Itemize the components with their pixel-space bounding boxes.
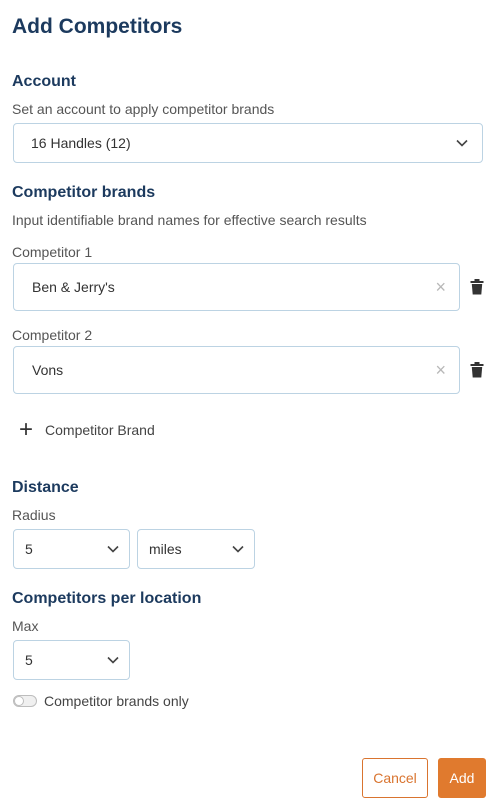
trash-icon[interactable] xyxy=(470,362,484,378)
distance-unit-select[interactable]: miles xyxy=(137,529,255,569)
competitor-2-value: Vons xyxy=(32,362,64,378)
competitors-per-location-title: Competitors per location xyxy=(12,590,202,607)
competitor-brands-description: Input identifiable brand names for effec… xyxy=(12,212,367,228)
chevron-down-icon xyxy=(456,139,468,147)
toggle-knob xyxy=(14,696,24,706)
chevron-down-icon xyxy=(232,545,244,553)
max-select[interactable]: 5 xyxy=(13,640,130,680)
distance-unit-value: miles xyxy=(149,541,182,557)
page-title: Add Competitors xyxy=(12,15,183,38)
radius-label: Radius xyxy=(12,507,56,523)
competitor-brands-title: Competitor brands xyxy=(12,184,156,201)
account-description: Set an account to apply competitor brand… xyxy=(12,101,275,117)
add-competitor-brand-label: Competitor Brand xyxy=(45,422,155,438)
account-section-title: Account xyxy=(12,73,76,90)
plus-icon: + xyxy=(19,416,34,443)
max-label: Max xyxy=(12,618,39,634)
add-button[interactable]: Add xyxy=(438,758,486,798)
clear-icon[interactable]: × xyxy=(435,361,446,379)
competitor-2-input[interactable]: Vons × xyxy=(13,346,460,394)
trash-icon[interactable] xyxy=(470,279,484,295)
cancel-button[interactable]: Cancel xyxy=(362,758,428,798)
distance-title: Distance xyxy=(12,479,79,496)
radius-select[interactable]: 5 xyxy=(13,529,130,569)
clear-icon[interactable]: × xyxy=(435,278,446,296)
radius-select-value: 5 xyxy=(25,541,33,557)
chevron-down-icon xyxy=(107,656,119,664)
max-select-value: 5 xyxy=(25,652,33,668)
competitor-2-label: Competitor 2 xyxy=(12,327,93,343)
competitor-1-label: Competitor 1 xyxy=(12,244,93,260)
competitor-brands-only-toggle[interactable] xyxy=(13,695,37,707)
account-select-value: 16 Handles (12) xyxy=(31,135,131,151)
competitor-1-value: Ben & Jerry's xyxy=(32,279,115,295)
account-select[interactable]: 16 Handles (12) xyxy=(13,123,483,163)
add-competitor-brand-button[interactable]: + Competitor Brand xyxy=(19,418,155,442)
chevron-down-icon xyxy=(107,545,119,553)
competitor-brands-only-label: Competitor brands only xyxy=(44,693,189,709)
competitor-1-input[interactable]: Ben & Jerry's × xyxy=(13,263,460,311)
